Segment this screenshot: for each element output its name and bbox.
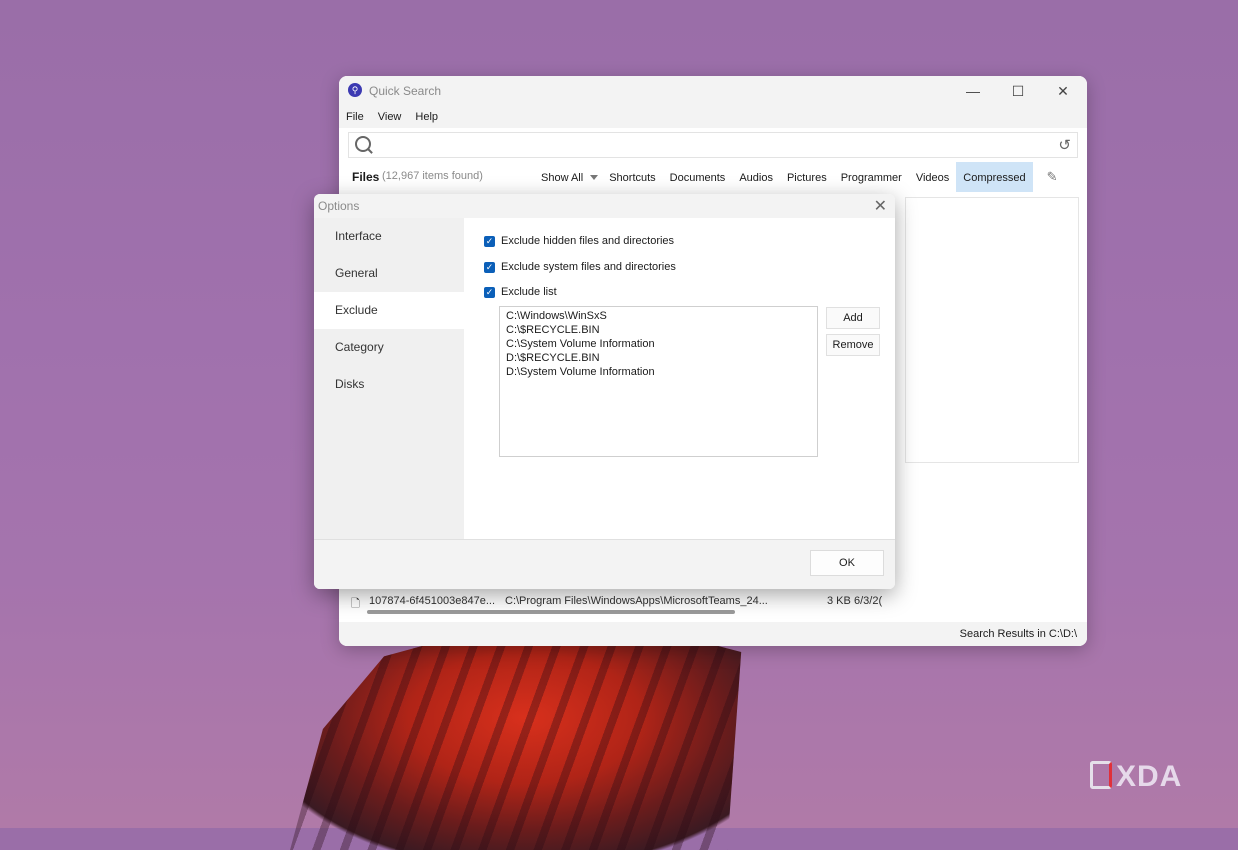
tab-compressed[interactable]: Compressed (956, 162, 1033, 192)
table-row[interactable]: 🗋 107874-6f451003e847e... C:\Program Fil… (351, 593, 899, 610)
list-item[interactable]: D:\$RECYCLE.BIN (506, 351, 811, 365)
search-input[interactable]: ↺ (348, 132, 1078, 158)
result-size: 3 KB (827, 595, 851, 607)
sidebar-item-general[interactable]: General (314, 255, 464, 292)
file-icon: 🗋 (351, 598, 360, 610)
sidebar-item-exclude[interactable]: Exclude (314, 292, 464, 329)
tab-documents[interactable]: Documents (663, 162, 733, 192)
add-button[interactable]: Add (826, 307, 880, 329)
result-date: 6/3/2( (854, 595, 883, 607)
files-header: Files (12,967 items found) Show All Shor… (339, 162, 1087, 192)
tab-videos[interactable]: Videos (909, 162, 956, 192)
list-item[interactable]: D:\System Volume Information (506, 365, 811, 379)
app-search-icon: ⚲ (348, 83, 362, 97)
title-bar[interactable]: ⚲ Quick Search — ☐ ✕ (339, 76, 1087, 106)
checkbox-label: Exclude list (501, 286, 557, 298)
tab-programmer[interactable]: Programmer (834, 162, 909, 192)
options-sidebar: Interface General Exclude Category Disks (314, 218, 464, 540)
category-tabs: Show All Shortcuts Documents Audios Pict… (534, 162, 1058, 192)
preview-pane (905, 197, 1079, 463)
menu-help[interactable]: Help (415, 111, 438, 123)
status-bar: Search Results in C:\D:\ (339, 622, 1087, 646)
exclude-system-checkbox[interactable]: ✓ Exclude system files and directories (484, 261, 676, 273)
tab-audios[interactable]: Audios (732, 162, 780, 192)
checkmark-icon: ✓ (484, 286, 495, 298)
exclude-panel: ✓ Exclude hidden files and directories ✓… (464, 218, 895, 540)
exclude-hidden-checkbox[interactable]: ✓ Exclude hidden files and directories (484, 235, 674, 247)
close-button[interactable]: ✕ (1045, 80, 1081, 102)
exclude-listbox[interactable]: C:\Windows\WinSxS C:\$RECYCLE.BIN C:\Sys… (499, 306, 818, 457)
list-item[interactable]: C:\System Volume Information (506, 337, 811, 351)
files-label: Files (352, 170, 380, 184)
xda-watermark: XDA (1090, 758, 1182, 794)
result-name: 107874-6f451003e847e... (369, 595, 496, 607)
status-text: Search Results in C:\D:\ (959, 628, 1077, 640)
remove-button[interactable]: Remove (826, 334, 880, 356)
list-item[interactable]: C:\$RECYCLE.BIN (506, 323, 811, 337)
dialog-footer: OK (314, 539, 895, 589)
checkbox-label: Exclude hidden files and directories (501, 235, 675, 247)
tab-shortcuts[interactable]: Shortcuts (602, 162, 662, 192)
search-icon (355, 136, 371, 152)
minimize-button[interactable]: — (955, 80, 991, 102)
result-path: C:\Program Files\WindowsApps\MicrosoftTe… (505, 595, 768, 607)
chevron-down-icon[interactable] (590, 174, 599, 180)
sidebar-item-category[interactable]: Category (314, 329, 464, 366)
checkmark-icon: ✓ (484, 235, 495, 247)
edit-icon[interactable]: ✎ (1047, 169, 1058, 185)
horizontal-scrollbar[interactable] (367, 610, 735, 614)
menu-view[interactable]: View (378, 111, 402, 123)
list-item[interactable]: C:\Windows\WinSxS (506, 309, 811, 323)
sidebar-item-interface[interactable]: Interface (314, 218, 464, 255)
history-icon[interactable]: ↺ (1058, 136, 1071, 154)
dialog-title: Options (318, 199, 360, 213)
dialog-close-icon[interactable]: ✕ (874, 196, 887, 216)
ok-button[interactable]: OK (810, 550, 884, 576)
sidebar-item-disks[interactable]: Disks (314, 366, 464, 403)
checkmark-icon: ✓ (484, 261, 495, 273)
dialog-title-bar[interactable]: Options ✕ (314, 194, 895, 218)
menu-file[interactable]: File (346, 111, 364, 123)
maximize-button[interactable]: ☐ (1000, 80, 1036, 102)
window-title: Quick Search (369, 84, 442, 98)
files-count: (12,967 items found) (382, 170, 483, 182)
xda-logo-icon (1090, 761, 1112, 789)
menu-bar: File View Help (339, 106, 1087, 128)
exclude-list-checkbox[interactable]: ✓ Exclude list (484, 286, 557, 298)
tab-show-all[interactable]: Show All (534, 162, 590, 192)
tab-pictures[interactable]: Pictures (780, 162, 834, 192)
checkbox-label: Exclude system files and directories (501, 261, 676, 273)
background-rock-image (290, 630, 742, 850)
options-dialog: Options ✕ Interface General Exclude Cate… (314, 194, 895, 589)
